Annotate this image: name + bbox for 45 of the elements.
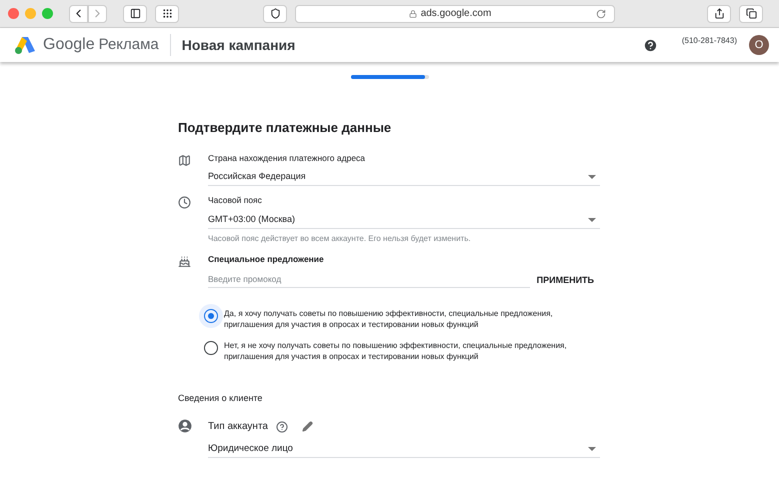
clock-icon bbox=[178, 196, 191, 210]
back-button[interactable] bbox=[69, 4, 88, 22]
tabs-button[interactable] bbox=[739, 4, 763, 22]
sidebar-icon bbox=[130, 8, 140, 19]
reload-icon[interactable] bbox=[596, 8, 606, 18]
share-button[interactable] bbox=[707, 4, 731, 22]
page-title: Новая кампания bbox=[182, 36, 296, 54]
apply-button[interactable]: ПРИМЕНИТЬ bbox=[536, 274, 594, 288]
lock-icon bbox=[408, 10, 417, 18]
url-text: ads.google.com bbox=[420, 7, 492, 21]
brand-product: Реклама bbox=[98, 34, 159, 55]
field-hint: Часовой пояс действует во всем аккаунте. Его нельзя будет изменить. bbox=[208, 233, 472, 245]
select-field[interactable]: GMT+03:00 (Москва) bbox=[208, 211, 600, 229]
radio-label: Нет, я не хочу получать советы по повышению эффективности, специальные предложения, приглашения для участия в опросах и тестировании новых функций bbox=[224, 340, 568, 362]
radio-label: Да, я хочу получать советы по повышению эффективности, специальные предложения, приглашения для участия в опросах и тестировании новых функций bbox=[224, 308, 554, 330]
section-title: Подтвердите платежные данные bbox=[178, 119, 392, 137]
apps-grid-button[interactable] bbox=[155, 4, 179, 22]
dropdown-arrow-icon bbox=[588, 174, 596, 179]
address-bar[interactable]: ads.google.com bbox=[295, 4, 615, 22]
field-label: Специальное предложение bbox=[208, 253, 325, 266]
sidebar-button[interactable] bbox=[123, 4, 147, 22]
dropdown-arrow-icon bbox=[588, 218, 596, 222]
dropdown-arrow-icon bbox=[588, 446, 596, 451]
radio-button[interactable] bbox=[199, 304, 223, 328]
logo-icon bbox=[14, 35, 36, 55]
privacy-shield-button[interactable] bbox=[263, 4, 287, 22]
map-icon bbox=[178, 154, 191, 166]
field-label: Часовой пояс bbox=[208, 194, 263, 207]
account-type-label: Тип аккаунта bbox=[208, 420, 268, 434]
shield-icon bbox=[270, 8, 280, 19]
select-field[interactable]: Российская Федерация bbox=[208, 168, 600, 186]
phone-number: (510-281-7843) bbox=[682, 35, 737, 47]
edit-icon[interactable] bbox=[302, 421, 313, 432]
help-icon[interactable] bbox=[276, 420, 288, 433]
client-section-title: Сведения о клиенте bbox=[178, 392, 264, 405]
share-icon bbox=[714, 8, 724, 19]
brand-google: Google bbox=[43, 35, 95, 55]
account-icon bbox=[178, 419, 192, 434]
grid-icon bbox=[162, 8, 172, 19]
cake-icon bbox=[178, 255, 191, 268]
select-field[interactable]: Юридическое лицо bbox=[208, 440, 600, 458]
tabs-icon bbox=[746, 8, 756, 19]
promo-code-field[interactable]: Введите промокод bbox=[208, 272, 530, 288]
account-avatar[interactable]: O bbox=[749, 35, 769, 55]
field-label: Страна нахождения платежного адреса bbox=[208, 152, 366, 164]
